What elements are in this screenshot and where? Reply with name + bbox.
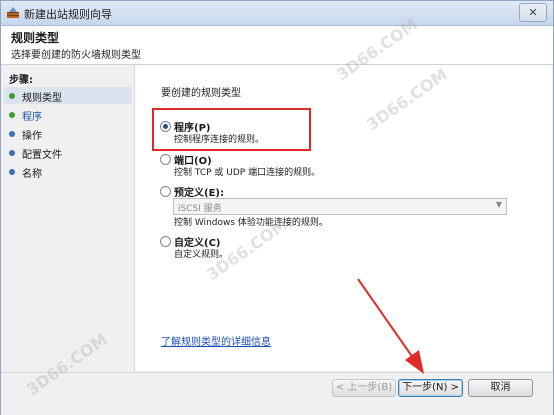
option-custom-desc: 自定义规则。 (174, 250, 229, 260)
firewall-icon (7, 7, 19, 18)
step-label: 规则类型 (22, 93, 62, 104)
step-dot-icon (9, 112, 15, 118)
predefined-select-value: iSCSI 服务 (178, 204, 222, 214)
radio-program[interactable] (160, 121, 171, 132)
step-label: 操作 (22, 131, 42, 142)
step-label: 名称 (22, 169, 42, 180)
button-bar: < 上一步(B) 下一步(N) > 取消 (1, 372, 553, 415)
wizard-header: 规则类型 选择要创建的防火墙规则类型 (1, 26, 553, 65)
help-link[interactable]: 了解规则类型的详细信息 (161, 333, 271, 348)
option-predefined-desc: 控制 Windows 体验功能连接的规则。 (174, 218, 328, 228)
chevron-down-icon: ▼ (495, 200, 502, 209)
option-predefined-label[interactable]: 预定义(E): (174, 184, 224, 199)
wizard-window: 新建出站规则向导 ✕ 规则类型 选择要创建的防火墙规则类型 步骤: 规则类型 程… (0, 0, 554, 415)
window-title: 新建出站规则向导 (24, 8, 112, 21)
step-dot-icon (9, 93, 15, 99)
step-name[interactable]: 名称 (4, 163, 132, 180)
cancel-button[interactable]: 取消 (468, 379, 533, 397)
step-dot-icon (9, 169, 15, 175)
predefined-select: iSCSI 服务 ▼ (173, 198, 507, 215)
step-label: 配置文件 (22, 150, 62, 161)
radio-custom[interactable] (160, 236, 171, 247)
back-button[interactable]: < 上一步(B) (332, 379, 396, 397)
radio-port[interactable] (160, 154, 171, 165)
option-port-desc: 控制 TCP 或 UDP 端口连接的规则。 (174, 168, 321, 178)
page-title: 规则类型 (11, 31, 60, 45)
step-profile[interactable]: 配置文件 (4, 144, 132, 161)
steps-panel: 步骤: 规则类型 程序 操作 配置文件 名称 (1, 65, 135, 371)
step-program[interactable]: 程序 (4, 106, 132, 123)
steps-title: 步骤: (9, 75, 33, 86)
option-program-desc: 控制程序连接的规则。 (174, 135, 265, 145)
close-button[interactable]: ✕ (519, 3, 547, 22)
title-bar: 新建出站规则向导 ✕ (1, 1, 553, 26)
step-action[interactable]: 操作 (4, 125, 132, 142)
step-dot-icon (9, 150, 15, 156)
step-label: 程序 (22, 112, 42, 123)
radio-predefined[interactable] (160, 186, 171, 197)
next-button[interactable]: 下一步(N) > (398, 379, 463, 397)
step-dot-icon (9, 131, 15, 137)
step-rule-type[interactable]: 规则类型 (4, 87, 132, 104)
content-panel: 要创建的规则类型 程序(P) 控制程序连接的规则。 端口(O) 控制 TCP 或… (135, 65, 552, 371)
rule-type-prompt: 要创建的规则类型 (161, 88, 241, 99)
page-subtitle: 选择要创建的防火墙规则类型 (11, 50, 141, 61)
